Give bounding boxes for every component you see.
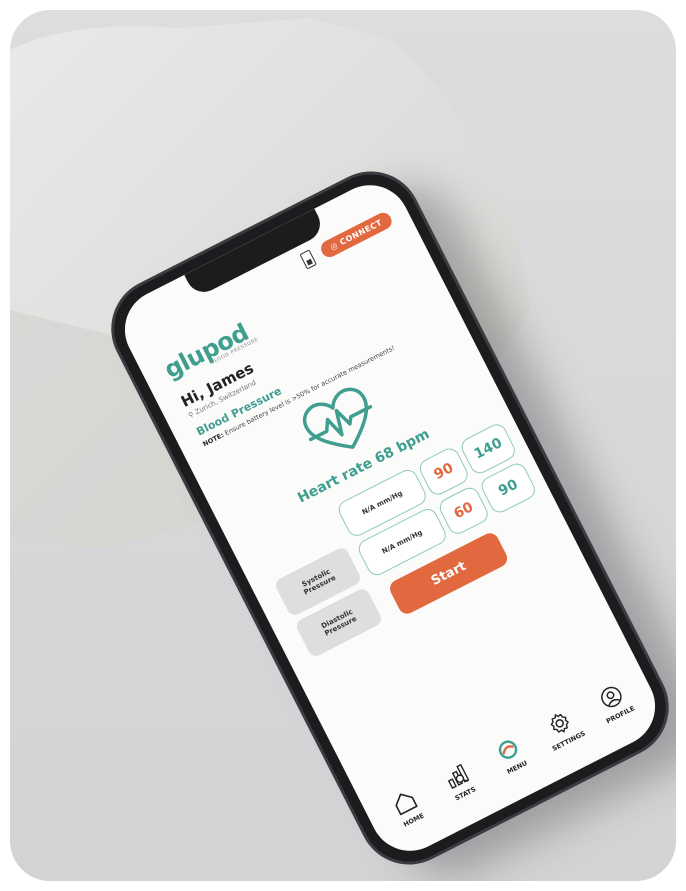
photo-background: ◎ CONNECT glupod BLOOD PRESSURE Hi, Jame…: [10, 10, 676, 881]
nav-menu[interactable]: MENU: [480, 728, 541, 783]
battery-icon: [299, 249, 317, 270]
nav-home[interactable]: HOME: [377, 780, 438, 835]
connect-button[interactable]: ◎ CONNECT: [318, 209, 395, 261]
connect-label: CONNECT: [338, 217, 384, 248]
nav-stats[interactable]: STATS: [429, 754, 490, 809]
bottom-nav: HOME STATS MENU SETTINGS PROFILE: [364, 669, 657, 842]
nav-profile[interactable]: PROFILE: [584, 675, 645, 730]
nav-settings[interactable]: SETTINGS: [532, 701, 593, 756]
